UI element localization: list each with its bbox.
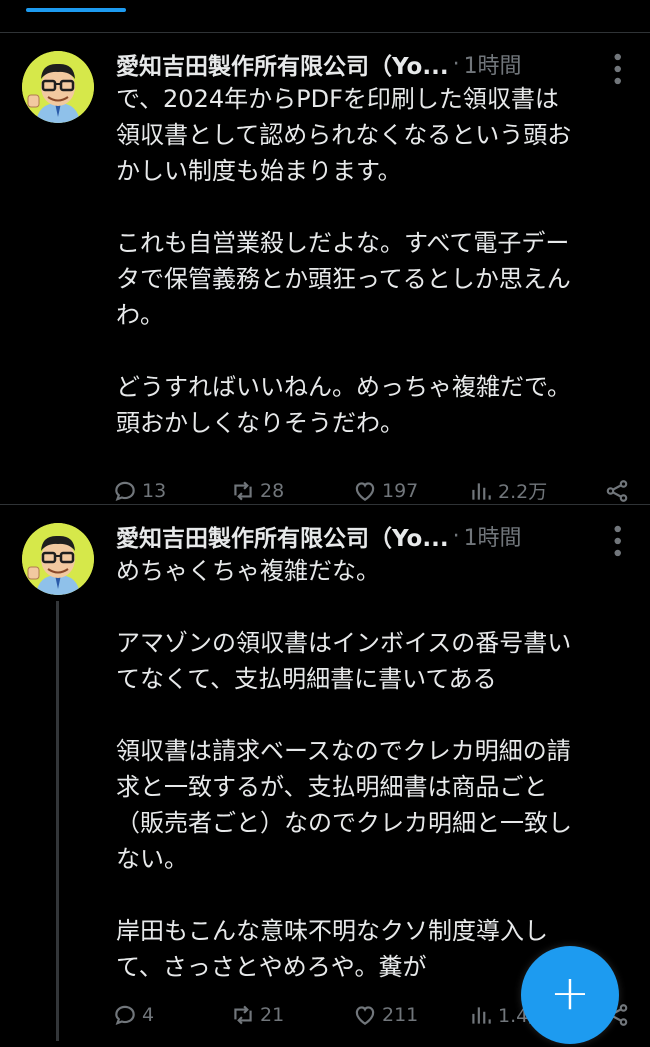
share-icon bbox=[606, 479, 628, 502]
top-tab-bar bbox=[0, 0, 650, 33]
bar-chart-icon bbox=[472, 482, 491, 500]
heart-icon bbox=[355, 481, 375, 501]
separator-dot: · bbox=[452, 51, 460, 77]
cartoon-man-with-glasses-icon bbox=[22, 523, 94, 595]
more-options-icon[interactable]: ••• bbox=[604, 522, 629, 558]
retweet-button[interactable]: 28 bbox=[230, 478, 352, 504]
like-button[interactable]: 197 bbox=[352, 478, 468, 504]
tweet[interactable]: 愛知吉田製作所有限公司（Yo... · 1時間 ••• で、2024年からPDF… bbox=[0, 33, 650, 505]
share-button[interactable] bbox=[604, 478, 630, 504]
timestamp[interactable]: 1時間 bbox=[464, 520, 522, 552]
tweet-text: めちゃくちゃ複雑だな。 アマゾンの領収書はインボイスの番号書い てなくて、支払明… bbox=[116, 557, 572, 981]
retweet-count: 21 bbox=[260, 1003, 285, 1026]
author-name[interactable]: 愛知吉田製作所有限公司（Yo... bbox=[116, 47, 449, 81]
compose-tweet-button[interactable]: + bbox=[521, 946, 619, 1044]
author-name[interactable]: 愛知吉田製作所有限公司（Yo... bbox=[116, 519, 449, 553]
bar-chart-icon bbox=[472, 1006, 491, 1024]
tweet-text: で、2024年からPDFを印刷した領収書は 領収書として認められなくなるという頭… bbox=[116, 85, 572, 437]
active-tab-indicator bbox=[26, 8, 126, 12]
timestamp[interactable]: 1時間 bbox=[464, 48, 522, 80]
retweet-icon bbox=[234, 1005, 252, 1024]
reply-button[interactable]: 4 bbox=[112, 1002, 230, 1028]
like-count: 211 bbox=[382, 1003, 419, 1026]
thread-connector-line bbox=[56, 601, 59, 1041]
reply-button[interactable]: 13 bbox=[112, 478, 230, 504]
avatar[interactable] bbox=[22, 523, 94, 595]
like-button[interactable]: 211 bbox=[352, 1002, 468, 1028]
reply-icon bbox=[115, 481, 135, 501]
tweet-header: 愛知吉田製作所有限公司（Yo... · 1時間 ••• bbox=[116, 47, 630, 86]
cartoon-man-with-glasses-icon bbox=[22, 51, 94, 123]
more-options-icon[interactable]: ••• bbox=[604, 50, 629, 86]
tweet-header: 愛知吉田製作所有限公司（Yo... · 1時間 ••• bbox=[116, 519, 630, 558]
separator-dot: · bbox=[452, 523, 460, 549]
avatar[interactable] bbox=[22, 51, 94, 123]
tweet-actions: 13 28 197 2.2万 bbox=[112, 477, 630, 504]
reply-count: 13 bbox=[142, 479, 167, 502]
like-count: 197 bbox=[382, 479, 419, 502]
retweet-count: 28 bbox=[260, 479, 285, 502]
retweet-button[interactable]: 21 bbox=[230, 1002, 352, 1028]
views-button[interactable]: 2.2万 bbox=[468, 477, 586, 504]
compose-plus-icon: + bbox=[549, 965, 591, 1021]
retweet-icon bbox=[234, 481, 252, 500]
views-count: 2.2万 bbox=[498, 481, 548, 503]
heart-icon bbox=[355, 1005, 375, 1025]
reply-icon bbox=[115, 1005, 135, 1025]
reply-count: 4 bbox=[142, 1003, 155, 1026]
